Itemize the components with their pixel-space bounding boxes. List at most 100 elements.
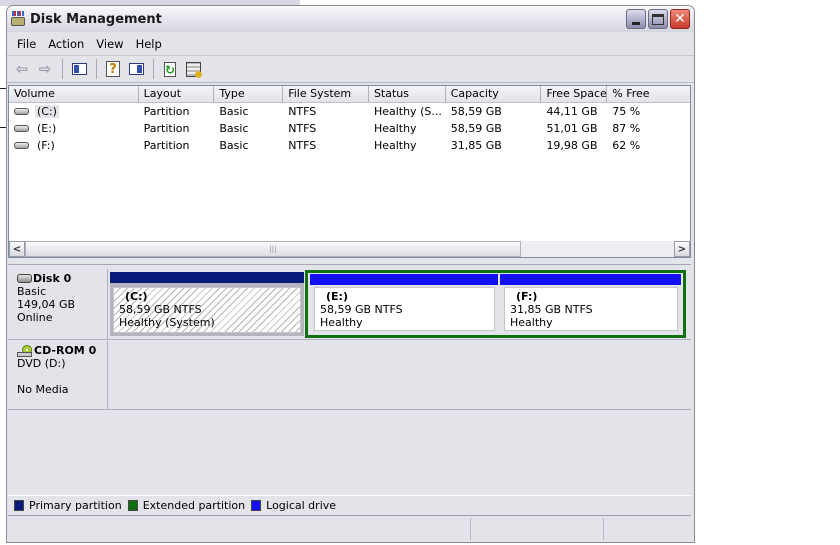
menu-help[interactable]: Help	[130, 37, 168, 51]
legend: Primary partition Extended partition Log…	[8, 495, 691, 516]
legend-label-extended: Extended partition	[142, 499, 246, 512]
disk-label[interactable]: Disk 0 Basic 149,04 GB Online	[8, 269, 108, 339]
volume-row[interactable]: (C:) Partition Basic NTFS Healthy (S... …	[9, 103, 690, 120]
chevron-right-icon: >	[677, 243, 687, 255]
volume-percent-free: 62 %	[612, 139, 641, 152]
legend-swatch-logical	[251, 500, 262, 511]
volume-type: Basic	[219, 105, 249, 118]
logical-drive-bar	[310, 274, 498, 285]
window-title: Disk Management	[30, 11, 162, 27]
column-header-free-space[interactable]: Free Space	[541, 86, 608, 102]
scrollbar-track[interactable]	[521, 241, 674, 257]
toolbar-separator	[62, 59, 63, 79]
help-button[interactable]: ?	[102, 58, 124, 80]
volume-free-space: 51,01 GB	[546, 122, 598, 135]
forward-icon: ⇨	[38, 60, 52, 78]
menu-action[interactable]: Action	[42, 37, 90, 51]
show-hide-action-pane-button[interactable]	[125, 58, 147, 80]
partition-size: 31,85 GB NTFS	[510, 303, 593, 316]
volume-status: Healthy (S...	[373, 105, 442, 118]
disk-row-cd-rom-0: CD-ROM 0 DVD (D:) No Media	[8, 341, 691, 410]
disk-name: CD-ROM 0	[34, 344, 97, 357]
volume-list-header: Volume Layout Type File System Status Ca…	[9, 86, 690, 103]
disk-management-app-icon	[10, 11, 27, 27]
properties-button[interactable]	[182, 58, 204, 80]
volume-layout: Partition	[143, 139, 190, 152]
back-button[interactable]: ⇦	[11, 58, 33, 80]
volume-file-system: NTFS	[288, 105, 317, 118]
disk-size: 149,04 GB	[17, 298, 76, 311]
column-header-type[interactable]: Type	[214, 86, 284, 102]
back-icon: ⇦	[15, 60, 29, 78]
partition-name: (E:)	[326, 290, 348, 303]
scroll-right-button[interactable]: >	[674, 241, 690, 257]
hard-disk-icon	[17, 274, 32, 283]
show-hide-action-pane-icon	[128, 63, 144, 75]
cd-rom-empty-area[interactable]	[108, 341, 691, 409]
volume-percent-free: 75 %	[612, 105, 641, 118]
disk-type: Basic	[17, 285, 47, 298]
drive-icon	[14, 108, 29, 115]
partition-c[interactable]: (C:) 58,59 GB NTFS Healthy (System)	[110, 272, 304, 336]
column-header-status[interactable]: Status	[369, 86, 446, 102]
volume-type: Basic	[219, 139, 249, 152]
legend-swatch-extended	[127, 500, 138, 511]
cd-rom-icon	[17, 344, 33, 357]
refresh-icon: ↻	[164, 61, 176, 77]
partition-name: (F:)	[516, 290, 538, 303]
partition-e[interactable]: (E:) 58,59 GB NTFS Healthy	[310, 274, 498, 334]
show-hide-console-tree-button[interactable]	[68, 58, 90, 80]
column-header-volume[interactable]: Volume	[9, 86, 139, 102]
partition-status: Healthy	[320, 316, 363, 329]
status-bar	[8, 518, 691, 540]
partition-f[interactable]: (F:) 31,85 GB NTFS Healthy	[500, 274, 681, 334]
scroll-left-button[interactable]: <	[9, 241, 25, 257]
properties-icon	[185, 61, 202, 78]
menu-file[interactable]: File	[11, 37, 42, 51]
disk-type: DVD (D:)	[17, 357, 66, 370]
disk-graphical-view: Disk 0 Basic 149,04 GB Online (C:) 58,59…	[8, 264, 691, 490]
legend-label-logical: Logical drive	[266, 499, 337, 512]
title-bar[interactable]: Disk Management ✕	[7, 6, 694, 32]
volume-capacity: 58,59 GB	[450, 105, 502, 118]
volume-type: Basic	[219, 122, 249, 135]
column-header-file-system[interactable]: File System	[283, 86, 369, 102]
minimize-icon	[632, 21, 640, 25]
disk-management-window: Disk Management ✕ File Action View Help …	[6, 5, 695, 543]
volume-free-space: 19,98 GB	[546, 139, 598, 152]
volume-capacity: 31,85 GB	[450, 139, 502, 152]
volume-name: (E:)	[37, 122, 57, 135]
status-pane	[8, 518, 471, 540]
toolbar-separator	[153, 59, 154, 79]
status-pane	[604, 518, 691, 540]
drive-icon	[14, 142, 29, 149]
volume-layout: Partition	[143, 122, 190, 135]
horizontal-scrollbar[interactable]: < ||| >	[9, 241, 690, 257]
scrollbar-thumb[interactable]: |||	[25, 241, 521, 257]
menu-bar: File Action View Help	[7, 32, 694, 56]
volume-file-system: NTFS	[288, 122, 317, 135]
volume-free-space: 44,11 GB	[546, 105, 598, 118]
drive-icon	[14, 125, 29, 132]
partition-size: 58,59 GB NTFS	[320, 303, 403, 316]
column-header-capacity[interactable]: Capacity	[446, 86, 542, 102]
volume-row[interactable]: (F:) Partition Basic NTFS Healthy 31,85 …	[9, 137, 690, 154]
minimize-button[interactable]	[626, 9, 646, 29]
toolbar-separator	[96, 59, 97, 79]
disk-label[interactable]: CD-ROM 0 DVD (D:) No Media	[8, 341, 108, 409]
forward-button[interactable]: ⇨	[34, 58, 56, 80]
menu-view[interactable]: View	[90, 37, 129, 51]
volume-row[interactable]: (E:) Partition Basic NTFS Healthy 58,59 …	[9, 120, 690, 137]
maximize-button[interactable]	[648, 9, 668, 29]
column-header-percent-free[interactable]: % Free	[607, 86, 690, 102]
disk-state: No Media	[17, 383, 69, 396]
legend-swatch-primary	[14, 500, 24, 511]
close-button[interactable]: ✕	[670, 9, 690, 29]
show-hide-console-tree-icon	[71, 63, 87, 75]
volume-list: Volume Layout Type File System Status Ca…	[8, 85, 691, 258]
partition-status: Healthy	[510, 316, 553, 329]
column-header-layout[interactable]: Layout	[139, 86, 215, 102]
close-icon: ✕	[674, 11, 686, 27]
grip-icon: |||	[269, 245, 277, 253]
refresh-button[interactable]: ↻	[159, 58, 181, 80]
